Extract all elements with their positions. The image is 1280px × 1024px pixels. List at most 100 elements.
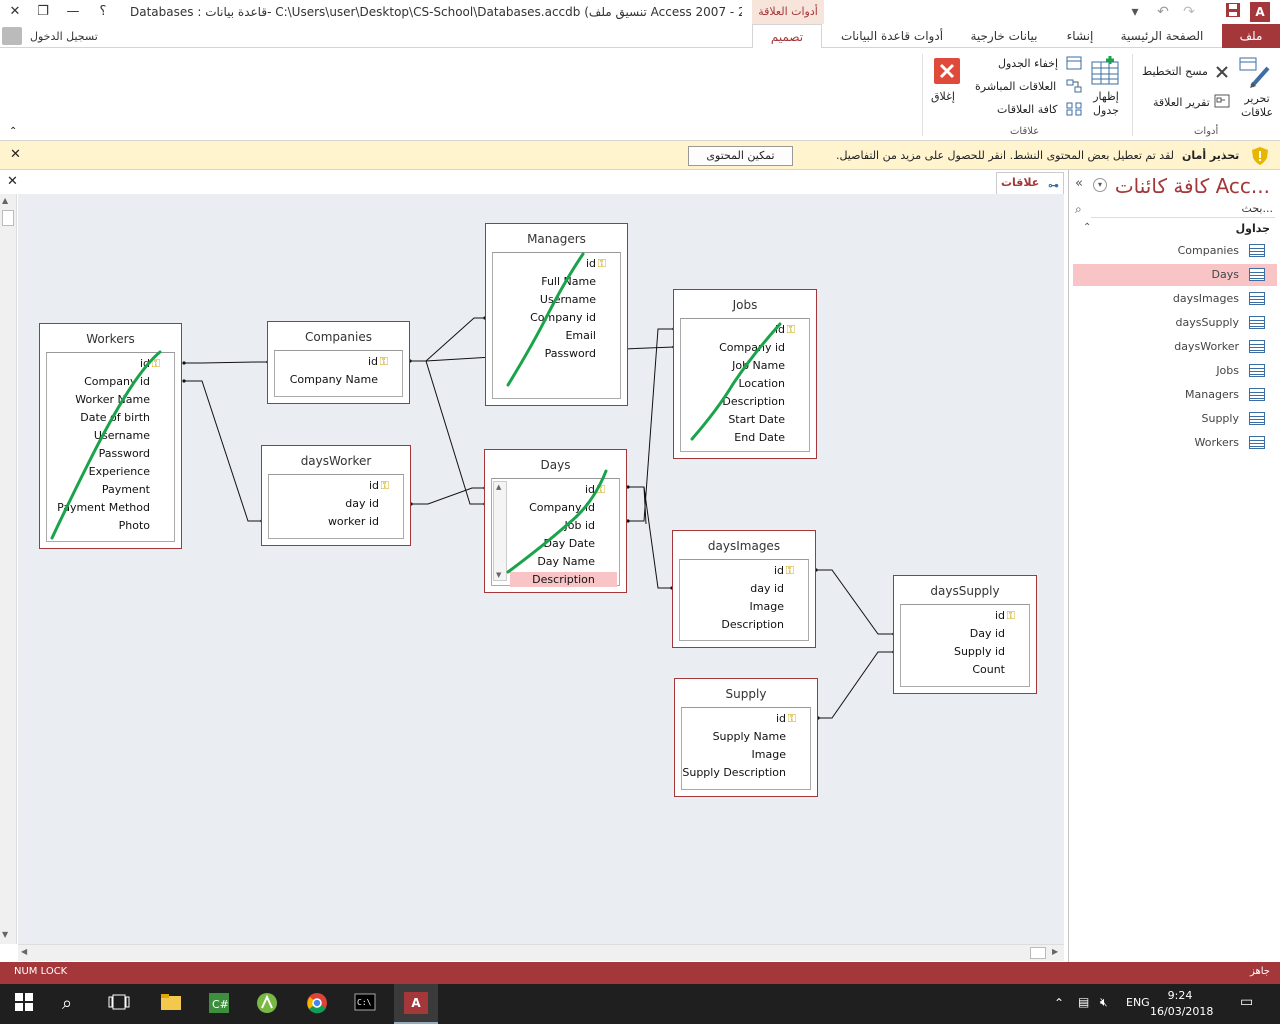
command-prompt-icon[interactable]: C:\ <box>354 992 378 1016</box>
field-item[interactable]: Photo <box>119 519 150 532</box>
field-item[interactable]: Image <box>750 600 784 613</box>
close-button-label[interactable]: إغلاق <box>931 90 955 103</box>
volume-muted-icon[interactable]: 🔇︎ <box>1100 995 1108 1010</box>
relationship-report-button[interactable]: تقرير العلاقة <box>1153 96 1210 109</box>
field-item[interactable]: id <box>140 357 150 370</box>
table-managers[interactable]: Managers id ⚿ Full Name Username Company… <box>485 223 628 406</box>
file-explorer-icon[interactable] <box>160 992 184 1016</box>
field-list[interactable]: id ⚿ Supply Name Image Supply Descriptio… <box>681 707 811 790</box>
relationship-report-icon[interactable] <box>1214 94 1230 108</box>
field-item[interactable]: Company id <box>530 311 596 324</box>
chrome-icon[interactable] <box>306 992 330 1016</box>
field-item[interactable]: id <box>368 355 378 368</box>
field-item[interactable]: Username <box>540 293 596 306</box>
system-clock[interactable]: 9:24 16/03/2018 <box>1150 988 1213 1020</box>
field-list[interactable]: id ⚿ Company Name <box>274 350 403 397</box>
nav-item-dayssupply[interactable]: daysSupply <box>1073 312 1277 334</box>
nav-item-days[interactable]: Days <box>1073 264 1277 286</box>
table-workers[interactable]: Workers id ⚿ Company id Worker Name Date… <box>39 323 182 549</box>
field-list[interactable]: id ⚿ Full Name Username Company id Email… <box>492 252 621 399</box>
save-icon[interactable] <box>1222 2 1244 22</box>
table-supply[interactable]: Supply id ⚿ Supply Name Image Supply Des… <box>674 678 818 797</box>
field-item[interactable]: worker id <box>328 515 379 528</box>
hide-table-icon[interactable] <box>1066 56 1082 70</box>
scroll-up-icon[interactable]: ▲ <box>496 483 501 491</box>
nav-item-workers[interactable]: Workers <box>1073 432 1277 454</box>
nav-item-daysimages[interactable]: daysImages <box>1073 288 1277 310</box>
field-item[interactable]: Company Name <box>290 373 378 386</box>
field-item[interactable]: Payment <box>102 483 150 496</box>
hide-table-button[interactable]: إخفاء الجدول <box>998 57 1058 70</box>
restore-window-button[interactable]: ❐ <box>30 2 56 22</box>
undo-icon[interactable]: ↶ <box>1152 2 1174 22</box>
field-item[interactable]: Company id <box>719 341 785 354</box>
tab-file[interactable]: ملف <box>1222 24 1280 48</box>
sign-in-link[interactable]: تسجيل الدخول <box>30 30 98 43</box>
collapse-group-icon[interactable]: ⌃ <box>1083 222 1091 233</box>
field-list[interactable]: ▲ ▼ id ⚿ Company id Job id Day Date Day … <box>491 478 620 587</box>
field-item[interactable]: Payment Method <box>57 501 150 514</box>
field-item[interactable]: Image <box>752 748 786 761</box>
field-item[interactable]: day id <box>345 497 379 510</box>
tab-database-tools[interactable]: أدوات قاعدة البيانات <box>832 24 952 48</box>
nav-item-jobs[interactable]: Jobs <box>1073 360 1277 382</box>
scroll-down-icon[interactable]: ▼ <box>496 571 501 579</box>
direct-relationships-button[interactable]: العلاقات المباشرة <box>975 80 1056 93</box>
all-relationships-icon[interactable] <box>1066 102 1082 116</box>
vertical-scroll-thumb[interactable] <box>2 210 14 226</box>
input-language-indicator[interactable]: ENG <box>1126 996 1150 1009</box>
access-taskbar-button[interactable]: A <box>394 984 438 1024</box>
scroll-right-icon[interactable]: ▶ <box>1052 947 1058 956</box>
customize-qat-icon[interactable]: ▾ <box>1124 2 1146 22</box>
task-view-icon[interactable] <box>108 992 132 1016</box>
field-item[interactable]: Date of birth <box>80 411 150 424</box>
field-item[interactable]: Worker Name <box>75 393 150 406</box>
field-item[interactable]: Supply Description <box>682 766 786 779</box>
field-item[interactable]: Start Date <box>728 413 785 426</box>
all-relationships-button[interactable]: كافة العلاقات <box>997 103 1057 116</box>
scroll-left-icon[interactable]: ◀ <box>21 947 27 956</box>
security-warning-message[interactable]: لقد تم تعطيل بعض المحتوى النشط. انقر للح… <box>814 149 1174 162</box>
field-item[interactable]: Day Date <box>543 537 595 550</box>
field-item[interactable]: Day Name <box>537 555 595 568</box>
field-list-scrollbar[interactable]: ▲ ▼ <box>493 481 507 581</box>
field-item[interactable]: Company id <box>529 501 595 514</box>
field-item[interactable]: Day id <box>970 627 1005 640</box>
tab-create[interactable]: إنشاء <box>1056 24 1104 48</box>
field-item[interactable]: id <box>369 479 379 492</box>
field-item[interactable]: End Date <box>734 431 785 444</box>
action-center-icon[interactable]: ▭ <box>1240 994 1253 1010</box>
tab-design[interactable]: تصميم <box>752 24 822 49</box>
collapse-nav-icon[interactable]: « <box>1075 176 1083 191</box>
field-item[interactable]: id <box>585 483 595 496</box>
field-item[interactable]: id <box>775 323 785 336</box>
field-item[interactable]: Password <box>99 447 150 460</box>
nav-pane-title[interactable]: كافة كائنات Acc... <box>1115 174 1270 198</box>
field-item[interactable]: Email <box>565 329 596 342</box>
csharp-app-icon[interactable]: C# <box>208 992 232 1016</box>
nav-search-input[interactable]: بحث... <box>1091 202 1275 218</box>
table-dayssupply[interactable]: daysSupply id ⚿ Day id Supply id Count <box>893 575 1037 694</box>
direct-relationships-icon[interactable] <box>1066 79 1082 93</box>
nav-item-daysworker[interactable]: daysWorker <box>1073 336 1277 358</box>
scroll-up-icon[interactable]: ▲ <box>2 196 14 208</box>
field-item[interactable]: Password <box>545 347 596 360</box>
show-hidden-icons-icon[interactable]: ⌃ <box>1054 996 1064 1010</box>
android-studio-icon[interactable] <box>256 992 280 1016</box>
field-item[interactable]: Job id <box>565 519 596 532</box>
edit-relationships-icon[interactable] <box>1238 56 1272 90</box>
field-item[interactable]: Supply Name <box>713 730 786 743</box>
field-list[interactable]: id ⚿ Day id Supply id Count <box>900 604 1030 687</box>
collapse-ribbon-icon[interactable]: ⌃ <box>9 126 17 137</box>
field-item[interactable]: Count <box>972 663 1005 676</box>
nav-item-companies[interactable]: Companies <box>1073 240 1277 262</box>
relationships-canvas[interactable]: Workers id ⚿ Company id Worker Name Date… <box>18 194 1064 944</box>
field-item[interactable]: id <box>586 257 596 270</box>
field-list[interactable]: id ⚿ Company id Job Name Location Descri… <box>680 318 810 452</box>
nav-menu-dropdown-icon[interactable]: ▾ <box>1093 178 1107 192</box>
close-window-button[interactable]: ✕ <box>2 2 28 22</box>
minimize-window-button[interactable]: — <box>60 2 86 22</box>
show-table-icon[interactable] <box>1090 56 1122 86</box>
table-daysworker[interactable]: daysWorker id ⚿ day id worker id <box>261 445 411 546</box>
redo-icon[interactable]: ↷ <box>1178 2 1200 22</box>
